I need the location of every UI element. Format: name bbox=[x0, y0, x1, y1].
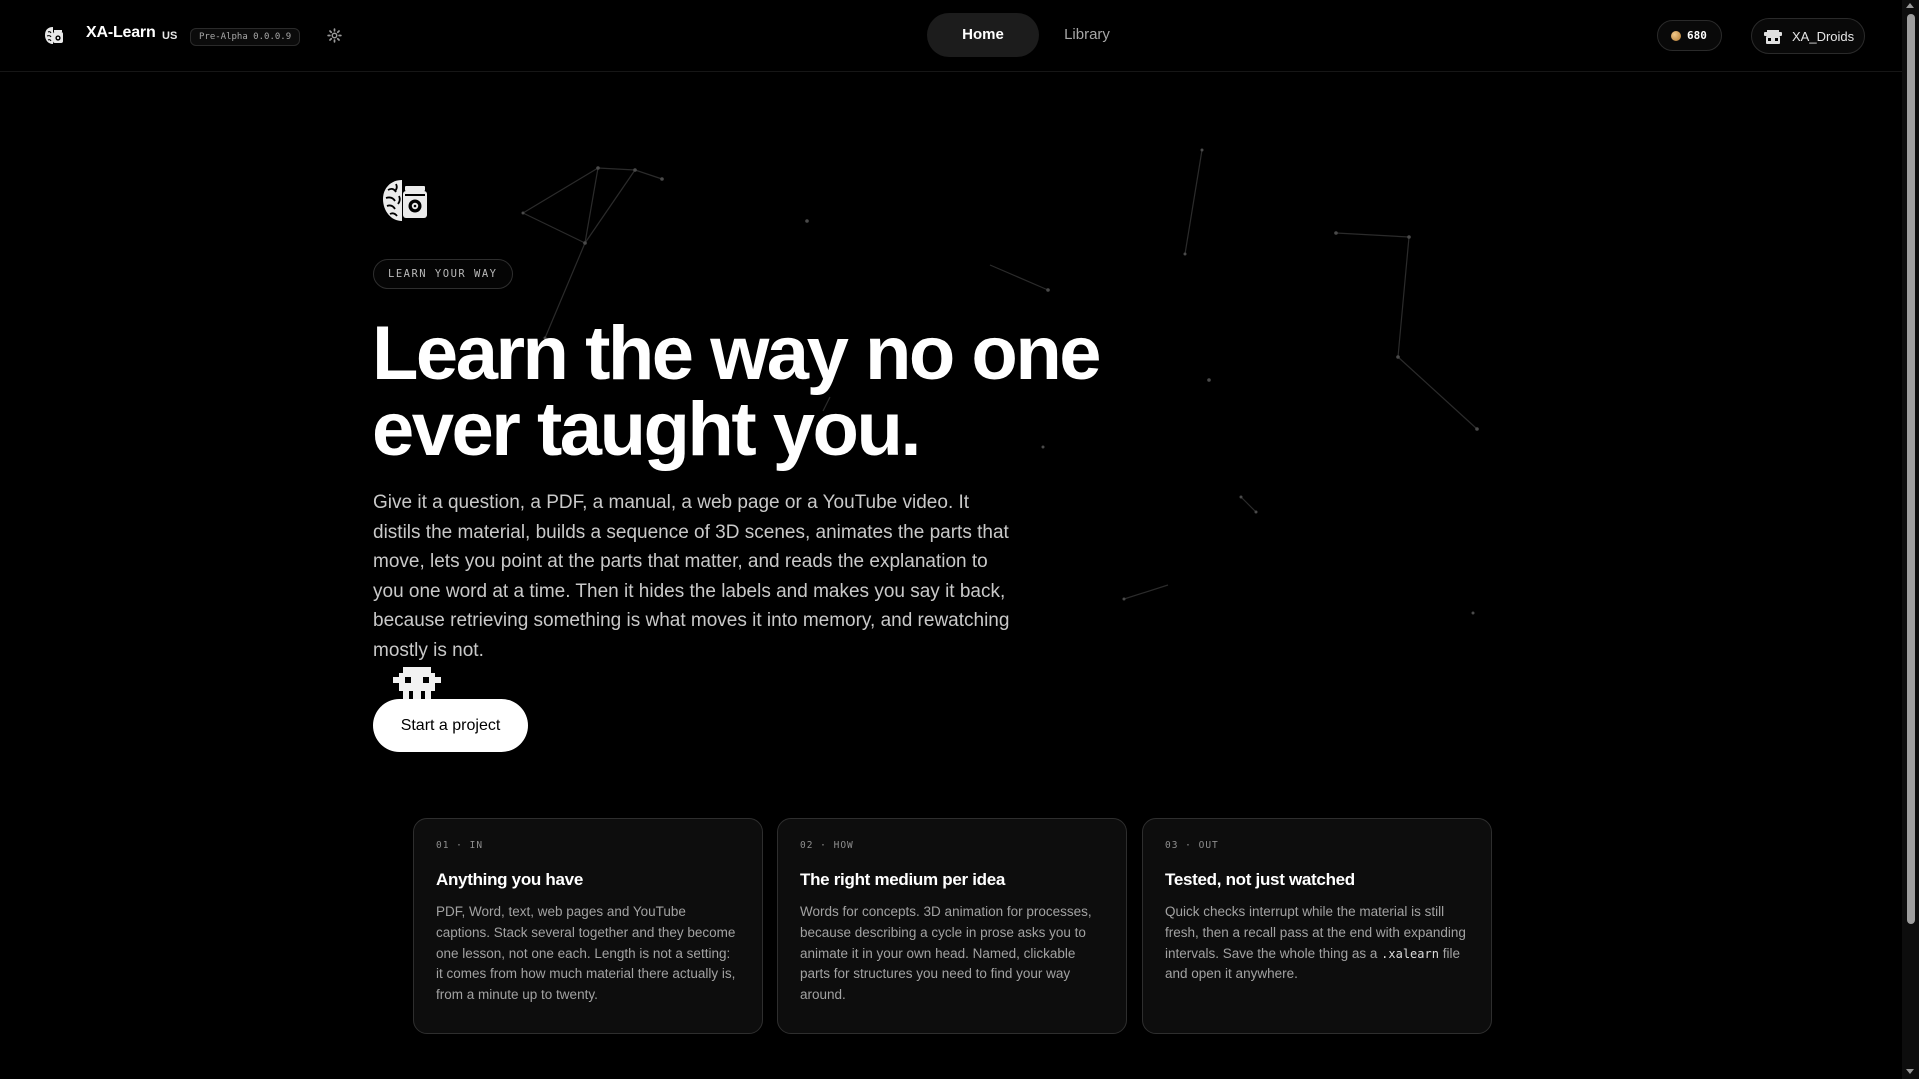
card-title: Anything you have bbox=[436, 870, 583, 889]
start-project-button[interactable]: Start a project bbox=[373, 699, 528, 752]
coin-icon bbox=[1671, 31, 1681, 41]
card-body: Quick checks interrupt while the materia… bbox=[1165, 902, 1469, 985]
hero-description: Give it a question, a PDF, a manual, a w… bbox=[373, 492, 1010, 661]
brain-logo-icon bbox=[383, 180, 427, 221]
card-tag: 01 · IN bbox=[436, 840, 484, 851]
nav-tab-home[interactable]: Home bbox=[927, 13, 1039, 57]
brain-logo-icon[interactable] bbox=[42, 24, 66, 48]
version-badge: Pre-Alpha 0.0.0.9 bbox=[190, 28, 301, 46]
card-tag: 03 · OUT bbox=[1165, 840, 1219, 851]
headline-line-1: Learn the way no one bbox=[372, 311, 1102, 396]
card-title: The right medium per idea bbox=[800, 870, 1006, 889]
brand-name[interactable]: XA-Learn bbox=[86, 24, 156, 42]
eyebrow-badge: LEARN YOUR WAY bbox=[373, 259, 513, 289]
scroll-down-arrow-icon[interactable] bbox=[1906, 1069, 1914, 1074]
credits-balance[interactable]: 680 bbox=[1657, 20, 1722, 51]
scrollbar-thumb[interactable] bbox=[1907, 14, 1915, 924]
file-extension: .xalearn bbox=[1381, 946, 1439, 961]
card-body: Words for concepts. 3D animation for pro… bbox=[800, 904, 1092, 1003]
page-scrollbar[interactable] bbox=[1902, 0, 1919, 1079]
page: XA-Learn US Pre-Alpha 0.0.0.9 Home Libra… bbox=[0, 0, 1919, 1079]
feature-card-out: 03 · OUT Tested, not just watched Quick … bbox=[1142, 818, 1492, 1034]
account-name: XA_Droids bbox=[1792, 29, 1855, 44]
hero-headline: Learn the way no one ever taught you. bbox=[372, 316, 1192, 468]
gear-icon[interactable] bbox=[326, 27, 343, 44]
headline-line-2: ever taught you. bbox=[372, 387, 922, 472]
account-menu-button[interactable]: XA_Droids bbox=[1751, 18, 1865, 54]
top-navigation-bar: XA-Learn US Pre-Alpha 0.0.0.9 Home Libra… bbox=[0, 0, 1902, 72]
card-body: PDF, Word, text, web pages and YouTube c… bbox=[436, 904, 736, 1003]
region-label: US bbox=[162, 30, 178, 42]
card-tag: 02 · HOW bbox=[800, 840, 854, 851]
card-title: Tested, not just watched bbox=[1165, 870, 1355, 889]
feature-card-how: 02 · HOW The right medium per idea Words… bbox=[777, 818, 1127, 1034]
nav-tab-library[interactable]: Library bbox=[1039, 13, 1135, 57]
credits-value: 680 bbox=[1687, 29, 1707, 42]
scroll-up-arrow-icon[interactable] bbox=[1906, 3, 1914, 8]
avatar-icon bbox=[1764, 30, 1782, 44]
feature-card-in: 01 · IN Anything you have PDF, Word, tex… bbox=[413, 818, 763, 1034]
